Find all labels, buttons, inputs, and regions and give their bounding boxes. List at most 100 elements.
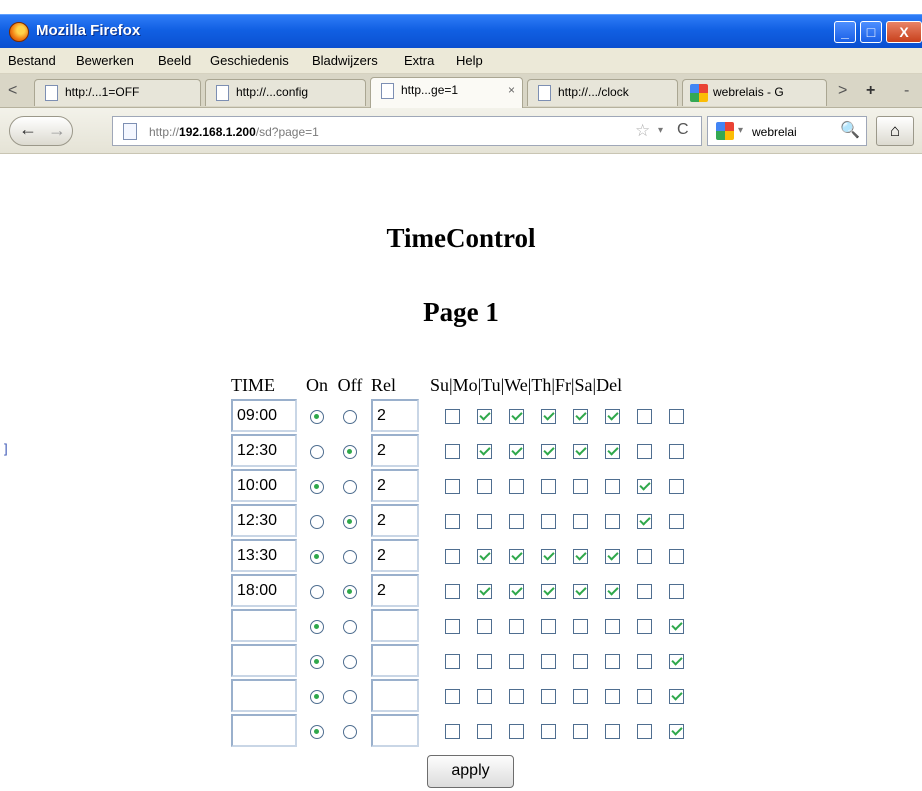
search-input-text[interactable]: webrelai — [752, 125, 797, 139]
off-radio[interactable] — [343, 549, 357, 564]
checkbox-fr[interactable] — [604, 654, 620, 670]
checkbox-mo[interactable] — [476, 479, 492, 495]
checkbox-fr[interactable] — [604, 689, 620, 705]
checkbox-tu[interactable] — [508, 444, 524, 460]
checkbox-tu[interactable] — [508, 724, 524, 740]
home-button[interactable]: ⌂ — [876, 116, 914, 146]
checkbox-su[interactable] — [444, 689, 460, 705]
checkbox-th[interactable] — [572, 409, 588, 425]
reload-icon[interactable]: C — [677, 121, 689, 139]
relay-input[interactable] — [371, 399, 419, 432]
checkbox-mo[interactable] — [476, 444, 492, 460]
time-input[interactable] — [231, 574, 297, 607]
checkbox-tu[interactable] — [508, 584, 524, 600]
checkbox-mo[interactable] — [476, 654, 492, 670]
menu-help[interactable]: Help — [456, 53, 483, 68]
checkbox-we[interactable] — [540, 689, 556, 705]
checkbox-mo[interactable] — [476, 514, 492, 530]
checkbox-sa[interactable] — [636, 549, 652, 565]
on-radio[interactable] — [310, 689, 324, 704]
close-window-button[interactable]: X — [886, 21, 922, 43]
checkbox-we[interactable] — [540, 409, 556, 425]
relay-input[interactable] — [371, 714, 419, 747]
checkbox-tu[interactable] — [508, 654, 524, 670]
checkbox-del[interactable] — [668, 444, 684, 460]
checkbox-we[interactable] — [540, 479, 556, 495]
checkbox-we[interactable] — [540, 444, 556, 460]
on-radio[interactable] — [310, 654, 324, 669]
checkbox-sa[interactable] — [636, 619, 652, 635]
time-input[interactable] — [231, 539, 297, 572]
menu-bladwijzers[interactable]: Bladwijzers — [312, 53, 378, 68]
off-radio[interactable] — [343, 724, 357, 739]
checkbox-fr[interactable] — [604, 619, 620, 635]
relay-input[interactable] — [371, 609, 419, 642]
bookmark-star-icon[interactable]: ☆ — [635, 121, 650, 141]
checkbox-fr[interactable] — [604, 409, 620, 425]
checkbox-we[interactable] — [540, 724, 556, 740]
on-radio[interactable] — [310, 444, 324, 459]
checkbox-tu[interactable] — [508, 689, 524, 705]
checkbox-del[interactable] — [668, 549, 684, 565]
on-radio[interactable] — [310, 514, 324, 529]
checkbox-su[interactable] — [444, 619, 460, 635]
checkbox-mo[interactable] — [476, 619, 492, 635]
apply-button[interactable]: apply — [427, 755, 514, 788]
checkbox-del[interactable] — [668, 514, 684, 530]
tab-4[interactable]: http://.../clock — [527, 79, 678, 106]
forward-arrow-icon[interactable]: → — [48, 120, 66, 141]
relay-input[interactable] — [371, 679, 419, 712]
checkbox-we[interactable] — [540, 584, 556, 600]
relay-input[interactable] — [371, 469, 419, 502]
checkbox-tu[interactable] — [508, 514, 524, 530]
checkbox-del[interactable] — [668, 479, 684, 495]
checkbox-th[interactable] — [572, 619, 588, 635]
checkbox-del[interactable] — [668, 689, 684, 705]
checkbox-tu[interactable] — [508, 409, 524, 425]
relay-input[interactable] — [371, 539, 419, 572]
checkbox-th[interactable] — [572, 479, 588, 495]
search-box[interactable]: ▾ webrelai 🔍 — [707, 116, 867, 146]
new-tab-button[interactable]: + — [866, 82, 875, 100]
checkbox-we[interactable] — [540, 514, 556, 530]
checkbox-tu[interactable] — [508, 549, 524, 565]
checkbox-sa[interactable] — [636, 444, 652, 460]
relay-input[interactable] — [371, 574, 419, 607]
checkbox-su[interactable] — [444, 584, 460, 600]
relay-input[interactable] — [371, 504, 419, 537]
checkbox-th[interactable] — [572, 549, 588, 565]
checkbox-tu[interactable] — [508, 619, 524, 635]
checkbox-fr[interactable] — [604, 514, 620, 530]
on-radio[interactable] — [310, 724, 324, 739]
on-radio[interactable] — [310, 584, 324, 599]
time-input[interactable] — [231, 714, 297, 747]
search-engine-dropdown-icon[interactable]: ▾ — [738, 125, 743, 136]
checkbox-su[interactable] — [444, 549, 460, 565]
tab-scroll-right-button[interactable]: > — [838, 82, 847, 100]
checkbox-we[interactable] — [540, 549, 556, 565]
checkbox-del[interactable] — [668, 619, 684, 635]
checkbox-su[interactable] — [444, 654, 460, 670]
on-radio[interactable] — [310, 479, 324, 494]
tab-2[interactable]: http://...config — [205, 79, 366, 106]
checkbox-del[interactable] — [668, 654, 684, 670]
checkbox-del[interactable] — [668, 724, 684, 740]
checkbox-sa[interactable] — [636, 654, 652, 670]
checkbox-sa[interactable] — [636, 584, 652, 600]
checkbox-we[interactable] — [540, 654, 556, 670]
tab-list-button[interactable]: - — [904, 82, 909, 100]
checkbox-sa[interactable] — [636, 409, 652, 425]
menu-bewerken[interactable]: Bewerken — [76, 53, 134, 68]
checkbox-su[interactable] — [444, 479, 460, 495]
checkbox-mo[interactable] — [476, 549, 492, 565]
off-radio[interactable] — [343, 654, 357, 669]
checkbox-tu[interactable] — [508, 479, 524, 495]
checkbox-su[interactable] — [444, 409, 460, 425]
tab-scroll-left-button[interactable]: < — [8, 82, 17, 100]
checkbox-su[interactable] — [444, 514, 460, 530]
time-input[interactable] — [231, 434, 297, 467]
checkbox-th[interactable] — [572, 444, 588, 460]
checkbox-fr[interactable] — [604, 549, 620, 565]
off-radio[interactable] — [343, 584, 357, 599]
checkbox-we[interactable] — [540, 619, 556, 635]
